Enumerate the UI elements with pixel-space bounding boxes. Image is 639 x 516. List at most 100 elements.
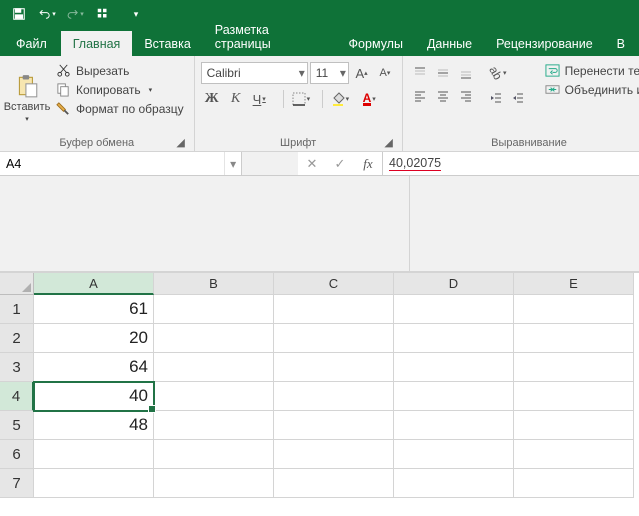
cell-C1[interactable] [274, 295, 394, 324]
redo-icon[interactable]: ▾ [62, 2, 88, 26]
cell-A3[interactable]: 64 [34, 353, 154, 382]
increase-font-icon[interactable]: A▴ [351, 62, 372, 84]
cancel-formula-icon[interactable]: ✕ [298, 152, 326, 175]
row-header-2[interactable]: 2 [0, 324, 34, 353]
cell-B3[interactable] [154, 353, 274, 382]
col-header-A[interactable]: A [34, 273, 154, 295]
cell-D2[interactable] [394, 324, 514, 353]
tab-review[interactable]: Рецензирование [484, 31, 605, 56]
align-right-icon[interactable] [455, 85, 477, 107]
cell-A6[interactable] [34, 440, 154, 469]
formula-input[interactable]: 40,02075 [383, 152, 639, 176]
align-left-icon[interactable] [409, 85, 431, 107]
cell-C7[interactable] [274, 469, 394, 498]
touch-mode-icon[interactable] [90, 2, 116, 26]
copy-button[interactable]: Копировать▾ [52, 81, 188, 98]
align-bottom-icon[interactable] [455, 62, 477, 84]
tab-data[interactable]: Данные [415, 31, 484, 56]
col-header-B[interactable]: B [154, 273, 274, 295]
cell-E2[interactable] [514, 324, 634, 353]
fill-color-button[interactable]: ▾ [327, 88, 357, 110]
cell-B2[interactable] [154, 324, 274, 353]
paste-button[interactable]: Вставить ▾ [6, 60, 48, 136]
col-header-E[interactable]: E [514, 273, 634, 295]
cell-A5[interactable]: 48 [34, 411, 154, 440]
format-painter-button[interactable]: Формат по образцу [52, 100, 188, 117]
tab-formulas[interactable]: Формулы [337, 31, 415, 56]
col-header-D[interactable]: D [394, 273, 514, 295]
merge-button[interactable]: Объединить и [541, 81, 639, 98]
align-middle-icon[interactable] [432, 62, 454, 84]
underline-button[interactable]: Ч▾ [249, 88, 279, 110]
name-box-input[interactable] [0, 157, 224, 171]
tab-file[interactable]: Файл [2, 31, 61, 56]
cell-C4[interactable] [274, 382, 394, 411]
cell-D3[interactable] [394, 353, 514, 382]
cell-A1[interactable]: 61 [34, 295, 154, 324]
name-box-dropdown-icon[interactable]: ▾ [224, 152, 241, 175]
bold-button[interactable]: Ж [201, 88, 223, 110]
cell-D7[interactable] [394, 469, 514, 498]
tab-insert[interactable]: Вставка [132, 31, 202, 56]
cell-E3[interactable] [514, 353, 634, 382]
cell-C2[interactable] [274, 324, 394, 353]
align-center-icon[interactable] [432, 85, 454, 107]
enter-formula-icon[interactable]: ✓ [326, 152, 354, 175]
cell-C6[interactable] [274, 440, 394, 469]
clipboard-launcher-icon[interactable]: ◢ [174, 135, 188, 149]
font-launcher-icon[interactable]: ◢ [382, 135, 396, 149]
tab-home[interactable]: Главная [61, 31, 133, 56]
cell-E5[interactable] [514, 411, 634, 440]
customize-qat-icon[interactable]: ▾ [128, 2, 144, 26]
cut-button[interactable]: Вырезать [52, 62, 188, 79]
spreadsheet-grid[interactable]: A B C D E 1 61 2 20 3 64 4 40 5 48 6 7 [0, 273, 639, 498]
cell-B6[interactable] [154, 440, 274, 469]
cell-B1[interactable] [154, 295, 274, 324]
row-header-3[interactable]: 3 [0, 353, 34, 382]
font-group-label: Шрифт [280, 137, 316, 149]
name-box[interactable]: ▾ [0, 152, 242, 176]
cell-E1[interactable] [514, 295, 634, 324]
borders-button[interactable]: ▾ [288, 88, 318, 110]
row-header-1[interactable]: 1 [0, 295, 34, 324]
font-name-combo[interactable]: Calibri▾ [201, 62, 308, 84]
save-icon[interactable] [6, 2, 32, 26]
row-header-7[interactable]: 7 [0, 469, 34, 498]
row-header-5[interactable]: 5 [0, 411, 34, 440]
decrease-indent-icon[interactable] [485, 87, 507, 109]
brush-icon [56, 101, 71, 116]
cell-A2[interactable]: 20 [34, 324, 154, 353]
cell-C5[interactable] [274, 411, 394, 440]
cell-D4[interactable] [394, 382, 514, 411]
italic-button[interactable]: К [225, 88, 247, 110]
cell-A7[interactable] [34, 469, 154, 498]
cell-D1[interactable] [394, 295, 514, 324]
alignment-group-label: Выравнивание [491, 137, 567, 149]
row-header-6[interactable]: 6 [0, 440, 34, 469]
cell-B5[interactable] [154, 411, 274, 440]
cell-B7[interactable] [154, 469, 274, 498]
cell-B4[interactable] [154, 382, 274, 411]
cell-D5[interactable] [394, 411, 514, 440]
cell-D6[interactable] [394, 440, 514, 469]
col-header-C[interactable]: C [274, 273, 394, 295]
tab-page-layout[interactable]: Разметка страницы [203, 17, 337, 56]
cell-A4[interactable]: 40 [34, 382, 154, 411]
decrease-font-icon[interactable]: A▾ [374, 62, 395, 84]
bucket-icon [331, 92, 345, 106]
fx-icon[interactable]: fx [354, 152, 382, 175]
row-header-4[interactable]: 4 [0, 382, 34, 411]
cell-E4[interactable] [514, 382, 634, 411]
select-all-corner[interactable] [0, 273, 34, 295]
font-size-combo[interactable]: 11▾ [310, 62, 349, 84]
cell-C3[interactable] [274, 353, 394, 382]
orientation-button[interactable]: ab▾ [485, 62, 515, 84]
cell-E6[interactable] [514, 440, 634, 469]
font-color-button[interactable]: A▾ [359, 88, 389, 110]
tab-view[interactable]: В [605, 31, 637, 56]
cell-E7[interactable] [514, 469, 634, 498]
align-top-icon[interactable] [409, 62, 431, 84]
wrap-text-button[interactable]: Перенести тек [541, 62, 639, 79]
undo-icon[interactable]: ▾ [34, 2, 60, 26]
increase-indent-icon[interactable] [507, 87, 529, 109]
